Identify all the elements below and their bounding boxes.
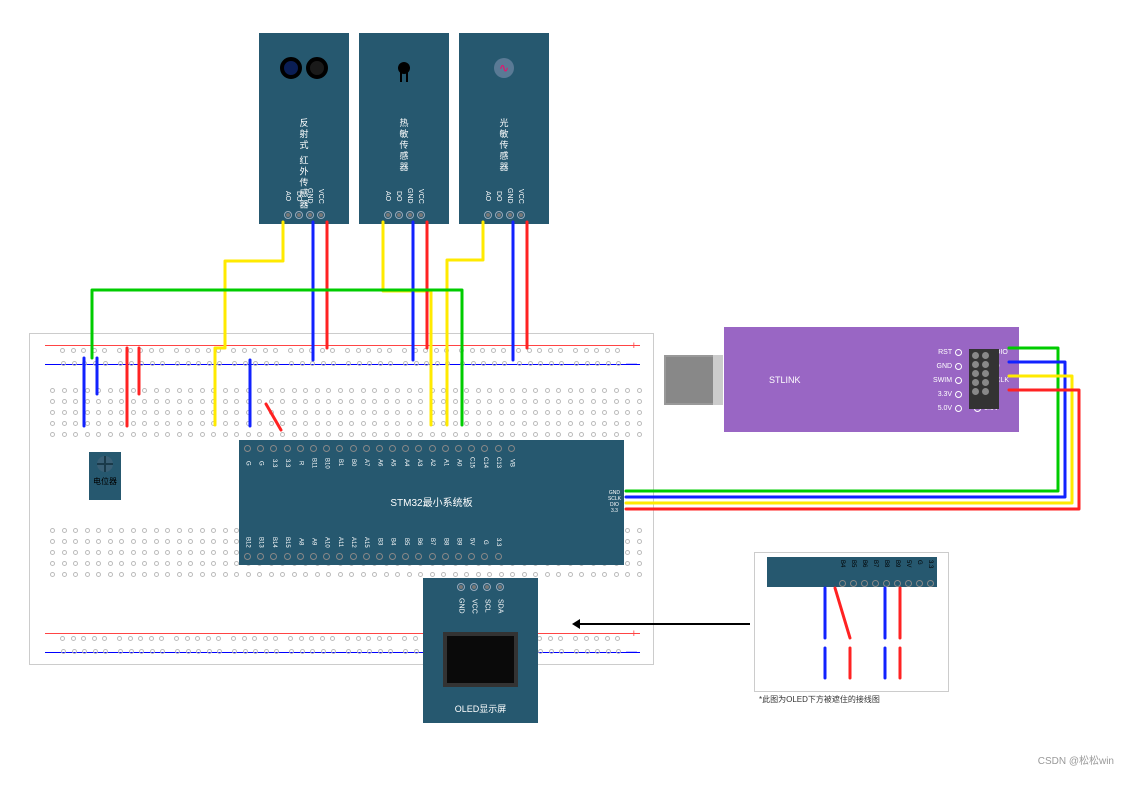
oled-pin-gnd[interactable] — [457, 583, 465, 591]
oled-pin-vcc[interactable] — [470, 583, 478, 591]
pot-knob-icon[interactable] — [97, 456, 113, 472]
ir-emitter-icon — [280, 57, 302, 79]
ir-sensor-module: 反射式 红外传感器 AO DO GND VCC — [259, 33, 349, 224]
sensor-label: 光敏传感器 — [498, 118, 511, 173]
pin-vcc[interactable] — [517, 211, 525, 219]
pin-gnd[interactable] — [406, 211, 414, 219]
ir-receiver-icon — [306, 57, 328, 79]
potentiometer[interactable]: 电位器 — [89, 452, 121, 500]
pin-gnd[interactable] — [506, 211, 514, 219]
oled-display: GND VCC SCL SDA OLED显示屏 — [423, 578, 538, 723]
pin-gnd[interactable] — [306, 211, 314, 219]
pin-ao[interactable] — [384, 211, 392, 219]
oled-screen — [443, 632, 518, 687]
pin-vcc[interactable] — [317, 211, 325, 219]
photoresistor-module: ∿ 光敏传感器 AO DO GND VCC — [459, 33, 549, 224]
detail-wires — [755, 583, 950, 693]
stlink-header[interactable] — [969, 349, 999, 409]
pin-vcc[interactable] — [417, 211, 425, 219]
pin-ao[interactable] — [484, 211, 492, 219]
watermark: CSDN @松松win — [1038, 752, 1114, 767]
thermistor-icon — [398, 62, 410, 74]
sensor-label: 热敏传感器 — [398, 118, 411, 173]
pin-ao[interactable] — [284, 211, 292, 219]
pin-do[interactable] — [295, 211, 303, 219]
mcu-title: STM32最小系统板 — [239, 494, 624, 509]
pin-do[interactable] — [495, 211, 503, 219]
oled-pin-scl[interactable] — [483, 583, 491, 591]
stm32-board: GG3.33.3RB11B10B1B0A7A6A5A4A3A2A1A0C15C1… — [239, 440, 624, 565]
detail-box: B4B5B6B7B8B95VG3.3 — [754, 552, 949, 692]
light-sensor-icon: ∿ — [494, 58, 514, 78]
oled-pin-sda[interactable] — [496, 583, 504, 591]
thermistor-module: 热敏传感器 AO DO GND VCC — [359, 33, 449, 224]
arrow-icon — [575, 623, 750, 625]
pin-do[interactable] — [395, 211, 403, 219]
usb-plug-icon[interactable] — [664, 355, 719, 405]
stlink-programmer: STLINK RST GND SWIM 3.3V 5.0V SWDIO GND … — [664, 327, 1019, 432]
